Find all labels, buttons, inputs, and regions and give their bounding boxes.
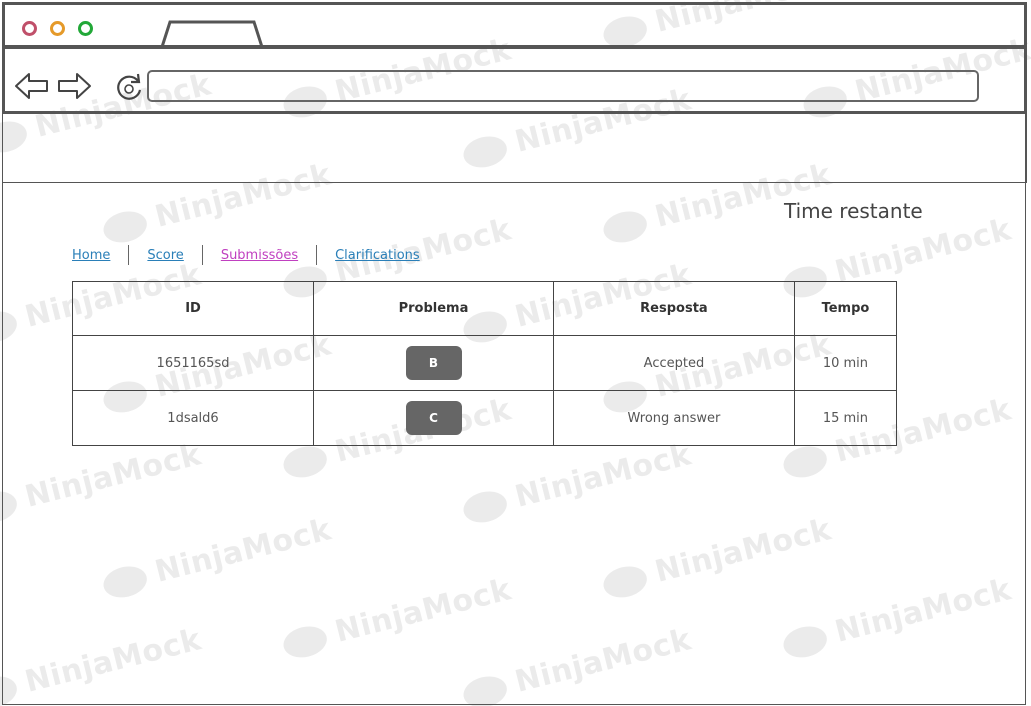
title-bar [2,2,1027,48]
nav-link-clarifications[interactable]: Clarifications [335,248,420,263]
page-header-band [2,114,1027,183]
column-header-id: ID [71,281,315,336]
nav-link-submissoes[interactable]: Submissões [221,248,298,263]
minimize-window-button[interactable] [50,21,65,36]
forward-arrow-icon[interactable] [56,71,92,101]
browser-toolbar [2,46,1027,114]
table-row: 1dsald6 C Wrong answer 15 min [71,390,898,446]
column-header-problema: Problema [313,281,554,336]
close-window-button[interactable] [22,21,37,36]
table-row: 1651165sd B Accepted 10 min [71,335,898,391]
nav-separator [128,245,130,265]
address-bar[interactable] [147,70,979,102]
nav-separator [201,245,203,265]
nav-separator [316,245,318,265]
maximize-window-button[interactable] [78,21,93,36]
problem-cell: C [313,390,554,446]
reload-icon[interactable] [113,72,145,104]
table-header-row: ID Problema Resposta Tempo [71,281,898,336]
submission-time: 15 min [793,390,898,446]
browser-tab[interactable] [160,20,264,48]
column-header-resposta: Resposta [552,281,795,336]
column-header-tempo: Tempo [793,281,898,336]
problem-cell: B [313,335,554,391]
time-remaining-label: Time restante [784,199,923,223]
back-arrow-icon[interactable] [14,71,50,101]
nav-link-home[interactable]: Home [72,248,110,263]
problem-badge[interactable]: C [405,401,462,435]
nav-link-score[interactable]: Score [147,248,183,263]
submission-time: 10 min [793,335,898,391]
answer-status: Wrong answer [552,390,795,446]
submission-id: 1dsald6 [71,390,315,446]
submissions-table: ID Problema Resposta Tempo 1651165sd B A… [71,281,898,446]
answer-status: Accepted [552,335,795,391]
submission-id: 1651165sd [71,335,315,391]
main-nav: Home Score Submissões Clarifications [72,243,420,267]
problem-badge[interactable]: B [405,346,462,380]
